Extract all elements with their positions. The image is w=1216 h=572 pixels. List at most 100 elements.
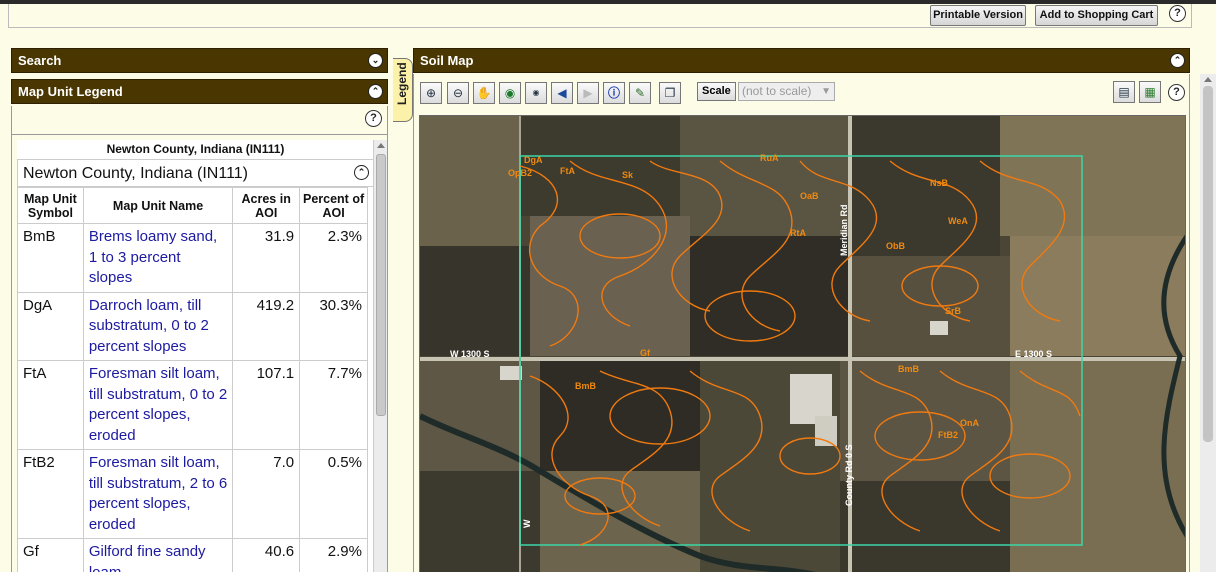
map-unit-symbol: DgA (17, 291, 84, 361)
legend-panel-title: Map Unit Legend (18, 84, 123, 99)
unit-label: DgA (524, 155, 543, 165)
back-arrow-icon[interactable]: ◀ (551, 82, 573, 104)
unit-label: OaB (800, 191, 819, 201)
forward-arrow-icon[interactable]: ▶ (577, 82, 599, 104)
expand-chevron-icon[interactable]: ⌄ (368, 53, 383, 68)
unit-label: Sk (622, 170, 634, 180)
soil-map-panel-header[interactable]: Soil Map ⌃ (413, 48, 1190, 73)
unit-label: OnA (960, 418, 979, 428)
map-view-icon[interactable]: ▦ (1139, 81, 1161, 103)
scale-select[interactable]: (not to scale) ▼ (738, 82, 835, 101)
acres-value: 107.1 (232, 360, 301, 450)
map-unit-symbol: BmB (17, 223, 84, 293)
legend-tab-label: Legend (395, 62, 409, 105)
legend-panel-body: ? Newton County, Indiana (IN111) Newton … (11, 106, 388, 572)
panel-divider (389, 48, 413, 572)
col-header-name: Map Unit Name (82, 187, 234, 224)
unit-label: SrB (945, 306, 962, 316)
unit-label: BmB (898, 364, 920, 374)
unit-label: FtA (560, 166, 575, 176)
unit-label: WeA (948, 216, 968, 226)
soil-map-canvas: W 1300 S E 1300 S Meridian Rd County Rd … (420, 116, 1185, 572)
legend-toolbar: ? (12, 106, 387, 135)
map-unit-name-link[interactable]: Darroch loam, till substratum, 0 to 2 pe… (82, 291, 234, 361)
legend-panel-header[interactable]: Map Unit Legend ⌃ (11, 79, 388, 104)
road-label: Meridian Rd (839, 204, 849, 256)
search-panel-title: Search (18, 53, 62, 68)
zoom-in-icon[interactable]: ⊕ (420, 82, 442, 104)
full-extent-globe-icon[interactable]: ◉ (499, 82, 521, 104)
legend-scrollbar[interactable] (373, 140, 387, 572)
legend-content[interactable]: Newton County, Indiana (IN111) Newton Co… (17, 140, 374, 572)
aoi-section-header[interactable]: Newton County, Indiana (IN111) ⌃ (17, 159, 374, 187)
map-unit-name-link[interactable]: Foresman silt loam, till substratum, 2 t… (82, 449, 234, 539)
col-header-percent: Percent of AOI (299, 187, 368, 224)
unit-label: ObB (886, 241, 905, 251)
table-row: BmB Brems loamy sand, 1 to 3 percent slo… (17, 223, 368, 293)
scale-select-value: (not to scale) (742, 84, 812, 98)
unit-label: NsB (930, 178, 949, 188)
road-label: W 1300 S (450, 349, 490, 359)
collapse-chevron-icon[interactable]: ⌃ (368, 84, 383, 99)
page-scroll-thumb[interactable] (1203, 86, 1213, 442)
acres-value: 40.6 (232, 538, 301, 572)
legend-scroll-thumb[interactable] (376, 154, 386, 416)
acres-value: 419.2 (232, 291, 301, 361)
road-label: County Rd 0 S (844, 444, 854, 506)
measure-ruler-icon[interactable]: ✎ (629, 82, 651, 104)
unit-label: RuA (760, 153, 779, 163)
search-panel-header[interactable]: Search ⌄ (11, 48, 388, 73)
map-unit-symbol: Gf (17, 538, 84, 572)
header-help-icon[interactable]: ? (1169, 5, 1186, 22)
unit-label: FtB2 (938, 430, 958, 440)
legend-help-icon[interactable]: ? (365, 110, 382, 127)
legend-toggle-tab[interactable]: Legend (393, 58, 413, 122)
aoi-section-label: Newton County, Indiana (IN111) (23, 165, 249, 182)
table-row: Gf Gilford fine sandy loam 40.6 2.9% (17, 538, 368, 572)
page-scrollbar[interactable] (1200, 74, 1216, 572)
percent-value: 2.9% (299, 538, 368, 572)
unit-label: BmB (575, 381, 597, 391)
add-to-cart-button[interactable]: Add to Shopping Cart (1035, 5, 1158, 26)
map-unit-symbol: FtB2 (17, 449, 84, 539)
soil-map-panel-body: ⊕ ⊖ ✋ ◉ ◉ ◀ ▶ ⓘ ✎ ❐ Scale (not to scale)… (413, 74, 1190, 572)
percent-value: 2.3% (299, 223, 368, 293)
unit-label: Gf (640, 348, 651, 358)
col-header-symbol: Map Unit Symbol (17, 187, 84, 224)
scale-button[interactable]: Scale (697, 82, 736, 101)
map-unit-symbol: FtA (17, 360, 84, 450)
acres-value: 31.9 (232, 223, 301, 293)
road-label: W (522, 519, 532, 528)
map-unit-table: Map Unit Symbol Map Unit Name Acres in A… (17, 187, 368, 572)
table-row: FtB2 Foresman silt loam, till substratum… (17, 449, 368, 539)
copy-map-icon[interactable]: ❐ (659, 82, 681, 104)
col-header-acres: Acres in AOI (232, 187, 301, 224)
percent-value: 0.5% (299, 449, 368, 539)
soil-map-view[interactable]: W 1300 S E 1300 S Meridian Rd County Rd … (419, 115, 1186, 572)
collapse-chevron-icon[interactable]: ⌃ (354, 165, 369, 180)
percent-value: 30.3% (299, 291, 368, 361)
map-unit-name-link[interactable]: Foresman silt loam, till substratum, 0 t… (82, 360, 234, 450)
unit-label: OpB2 (508, 168, 532, 178)
printable-version-button[interactable]: Printable Version (930, 5, 1026, 26)
soil-map-title: Soil Map (420, 53, 474, 68)
percent-value: 7.7% (299, 360, 368, 450)
aoi-title: Newton County, Indiana (IN111) (106, 142, 285, 156)
collapse-chevron-icon[interactable]: ⌃ (1170, 53, 1185, 68)
pan-hand-icon[interactable]: ✋ (473, 82, 495, 104)
scroll-up-arrow-icon[interactable] (1204, 77, 1212, 82)
zoom-to-aoi-icon[interactable]: ◉ (525, 82, 547, 104)
page-header: Printable Version Add to Shopping Cart ? (8, 4, 1192, 28)
identify-info-icon[interactable]: ⓘ (603, 82, 625, 104)
map-unit-name-link[interactable]: Brems loamy sand, 1 to 3 percent slopes (82, 223, 234, 293)
road-label: E 1300 S (1015, 349, 1052, 359)
map-unit-name-link[interactable]: Gilford fine sandy loam (82, 538, 234, 572)
scroll-up-arrow-icon[interactable] (377, 143, 385, 148)
layout-view-icon[interactable]: ▤ (1113, 81, 1135, 103)
soil-map-help-icon[interactable]: ? (1168, 84, 1185, 101)
zoom-out-icon[interactable]: ⊖ (447, 82, 469, 104)
table-header-row: Map Unit Symbol Map Unit Name Acres in A… (17, 187, 368, 224)
dropdown-chevron-icon: ▼ (821, 86, 831, 97)
table-row: FtA Foresman silt loam, till substratum,… (17, 360, 368, 450)
unit-label: RtA (790, 228, 806, 238)
